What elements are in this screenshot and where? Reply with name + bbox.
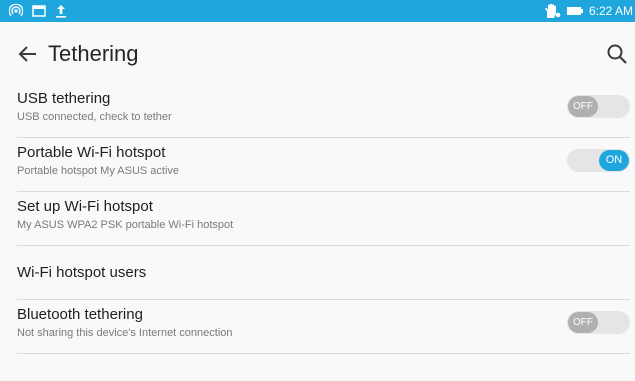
setting-subtitle: Portable hotspot My ASUS active [17, 165, 180, 177]
setting-portable-wifi-hotspot[interactable]: Portable Wi-Fi hotspot Portable hotspot … [17, 138, 630, 192]
hotspot-icon [9, 4, 23, 17]
setting-title: Wi-Fi hotspot users [17, 264, 147, 281]
clock: 6:22 AM [588, 4, 633, 18]
usb-tethering-toggle[interactable]: OFF [567, 95, 630, 118]
status-bar-right: 6:22 AM [543, 0, 635, 22]
bluetooth-tethering-toggle[interactable]: OFF [567, 311, 630, 334]
search-icon[interactable] [605, 42, 629, 66]
setting-subtitle: USB connected, check to tether [17, 111, 172, 123]
status-bar: 6:22 AM [0, 0, 635, 22]
toggle-knob: OFF [568, 312, 598, 333]
toggle-knob: ON [599, 150, 629, 171]
setting-setup-wifi-hotspot[interactable]: Set up Wi-Fi hotspot My ASUS WPA2 PSK po… [17, 192, 630, 246]
setting-title: USB tethering [17, 90, 111, 107]
setting-subtitle: Not sharing this device's Internet conne… [17, 327, 233, 339]
setting-bluetooth-tethering[interactable]: Bluetooth tethering Not sharing this dev… [17, 300, 630, 354]
setting-wifi-hotspot-users[interactable]: Wi-Fi hotspot users [17, 246, 630, 300]
toggle-knob: OFF [568, 96, 598, 117]
status-bar-left-icons [9, 3, 67, 19]
back-arrow-icon[interactable] [16, 42, 40, 66]
touch-icon [544, 3, 561, 18]
wifi-hotspot-toggle[interactable]: ON [567, 149, 630, 172]
setting-title: Bluetooth tethering [17, 306, 143, 323]
setting-subtitle: My ASUS WPA2 PSK portable Wi-Fi hotspot [17, 219, 234, 231]
battery-icon [566, 7, 583, 15]
app-bar: Tethering [0, 22, 635, 84]
image-icon [32, 5, 46, 17]
setting-usb-tethering[interactable]: USB tethering USB connected, check to te… [17, 84, 630, 138]
page-title: Tethering [48, 41, 139, 66]
settings-list: USB tethering USB connected, check to te… [0, 84, 635, 354]
setting-title: Set up Wi-Fi hotspot [17, 198, 153, 215]
upload-icon [56, 5, 66, 18]
setting-title: Portable Wi-Fi hotspot [17, 144, 166, 161]
